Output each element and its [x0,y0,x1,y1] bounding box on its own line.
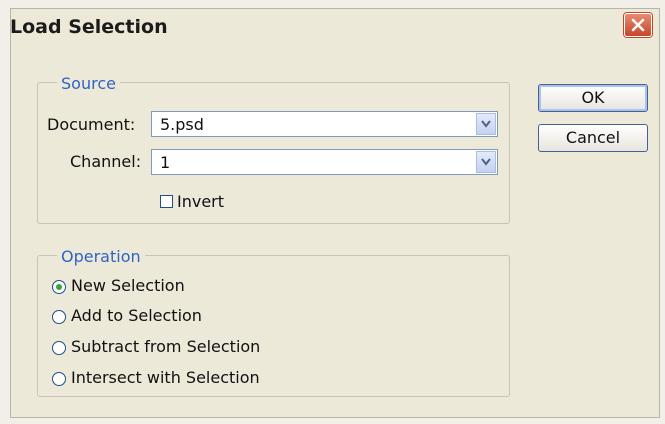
radio-label[interactable]: New Selection [71,276,185,295]
close-icon [631,18,645,32]
document-select[interactable]: 5.psd [151,111,498,137]
document-value: 5.psd [160,115,204,134]
invert-checkbox[interactable] [160,195,173,208]
radio-button[interactable] [52,372,66,386]
source-legend: Source [57,74,120,93]
channel-value: 1 [160,153,171,172]
invert-label[interactable]: Invert [177,192,224,211]
chevron-down-icon [481,158,491,166]
operation-legend: Operation [57,247,145,266]
chevron-down-icon [481,120,491,128]
radio-button[interactable] [52,280,66,294]
ok-button[interactable]: OK [538,84,648,112]
radio-button[interactable] [52,341,66,355]
cancel-button[interactable]: Cancel [538,124,648,152]
close-button[interactable] [624,13,652,37]
radio-label[interactable]: Add to Selection [71,306,202,325]
channel-select[interactable]: 1 [151,149,498,175]
document-label: Document: [47,115,136,134]
radio-button[interactable] [52,310,66,324]
radio-label[interactable]: Subtract from Selection [71,337,260,356]
radio-label[interactable]: Intersect with Selection [71,368,260,387]
document-dropdown-arrow[interactable] [476,113,496,135]
radio-selected-dot [56,284,62,290]
channel-dropdown-arrow[interactable] [476,151,496,173]
dialog-title: Load Selection [10,16,168,38]
channel-label: Channel: [70,152,142,171]
